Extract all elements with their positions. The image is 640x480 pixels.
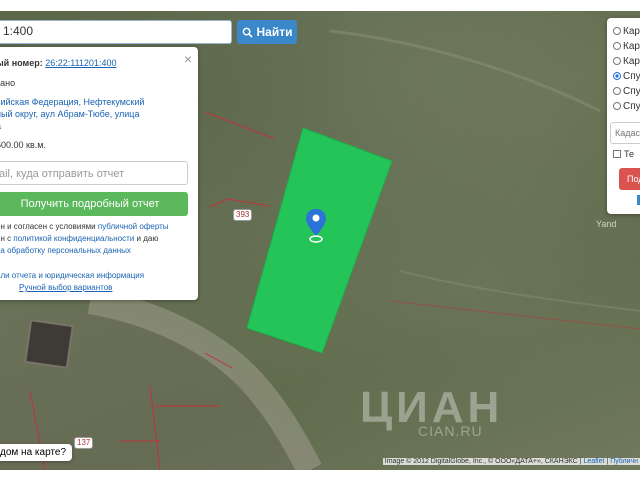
boundary-line-9	[389, 300, 640, 330]
cian-watermark: ЦИАН CIAN.RU	[360, 383, 503, 439]
layer-checkbox[interactable]: Те	[613, 149, 634, 159]
radio-icon	[613, 42, 621, 50]
cadastral-label: ый номер:	[0, 58, 43, 68]
boundary-line-2	[227, 198, 271, 207]
consent-line: ен с политикой конфиденциальности и даю	[0, 234, 159, 243]
plot-info-panel: × ый номер: 26:22:111201:400 зано сийска…	[0, 47, 198, 300]
cadastral-row: ый номер: 26:22:111201:400	[0, 58, 116, 68]
search-input[interactable]: 1:400	[0, 20, 232, 44]
layer-option[interactable]: Спу	[613, 85, 640, 97]
track-line-1	[329, 29, 601, 113]
radio-icon	[613, 102, 621, 110]
radio-icon	[613, 27, 621, 35]
address-line: сийская Федерация, Нефтекумский	[0, 97, 145, 107]
public-map-link[interactable]: Публичн	[610, 458, 638, 465]
consent-line: ен и согласен с условиями публичной офер…	[0, 222, 169, 231]
search-icon	[242, 27, 253, 38]
attribution-text: Image © 2012 DigitalGlobe, Inc., © OOO«Д…	[384, 458, 578, 465]
cadastral-input[interactable]: Кадаст	[610, 122, 640, 144]
bottom-strip	[0, 470, 640, 480]
map-attribution: Image © 2012 DigitalGlobe, Inc., © OOO«Д…	[382, 458, 640, 465]
get-report-button[interactable]: Получить подробный отчет	[0, 192, 188, 216]
track-line-2	[399, 270, 640, 312]
consent-line: на обработку персональных данных	[0, 245, 192, 257]
layer-option[interactable]: Кар	[613, 40, 640, 52]
close-icon[interactable]: ×	[184, 51, 192, 67]
address-line: а	[0, 120, 176, 132]
checkbox-icon	[613, 150, 621, 158]
address-link[interactable]: сийская Федерация, Нефтекумский ный окру…	[0, 96, 176, 132]
plot-status: зано	[0, 78, 16, 88]
leaflet-link[interactable]: Leaflet	[583, 458, 604, 465]
layer-option[interactable]: Кар	[613, 25, 640, 37]
address-line: ный округ, аул Абрам-Тюбе, улица	[0, 109, 140, 119]
report-details-link[interactable]: али отчета и юридическая информация	[0, 271, 144, 280]
manual-selection-link[interactable]: Ручной выбор вариантов	[19, 283, 112, 292]
radio-icon	[613, 87, 621, 95]
layer-option[interactable]: Спу	[613, 100, 640, 112]
radio-checked-icon	[613, 72, 621, 80]
plot-area: 500.00 кв.м.	[0, 140, 46, 150]
consent-text: ен и согласен с условиями публичной офер…	[0, 221, 192, 257]
boundary-line-1	[204, 111, 276, 140]
building	[24, 319, 74, 369]
layers-panel: Кар Кар Кар Спу Спу Спу Кадаст Те Под	[607, 18, 640, 214]
layer-option[interactable]: Кар	[613, 55, 640, 67]
boundary-line-3	[209, 198, 229, 208]
top-strip	[0, 0, 640, 11]
submit-button[interactable]: Под	[619, 168, 640, 190]
cadastral-number-link[interactable]: 26:22:111201:400	[45, 58, 116, 68]
layer-option-selected[interactable]: Спу	[613, 70, 640, 82]
privacy-policy-link[interactable]: политикой конфиденциальности	[13, 234, 134, 243]
email-input[interactable]: ail, куда отправить отчет	[0, 161, 188, 185]
radio-icon	[613, 57, 621, 65]
find-button[interactable]: Найти	[237, 20, 297, 44]
road-label-137: 137	[74, 437, 94, 449]
yandex-label: Yand	[596, 219, 617, 229]
watermark-sub: CIAN.RU	[418, 423, 483, 439]
road-label-393: 393	[233, 209, 253, 221]
question-bubble[interactable]: дом на карте?	[0, 444, 73, 461]
data-processing-link[interactable]: на обработку персональных данных	[0, 246, 131, 255]
land-plot[interactable]	[246, 127, 393, 354]
offer-link[interactable]: публичной оферты	[98, 222, 169, 231]
find-button-label: Найти	[256, 25, 293, 39]
